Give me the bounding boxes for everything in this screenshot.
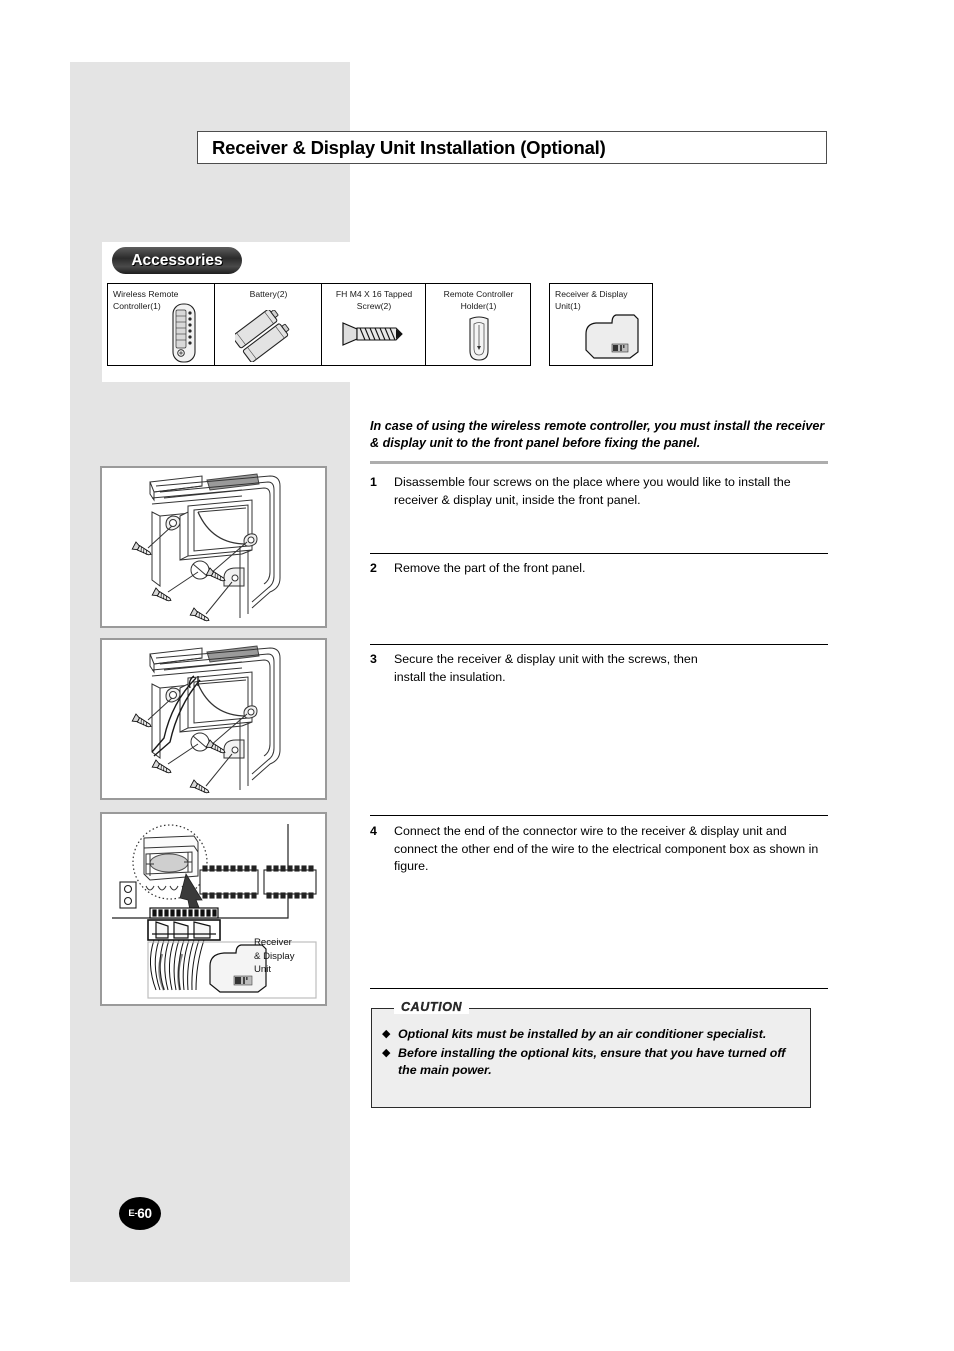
accessory-cell-tapped-screw: FH M4 X 16 Tapped Screw(2): [322, 284, 426, 365]
step-text: Disassemble four screws on the place whe…: [394, 475, 791, 507]
accessories-table: Wireless Remote Controller(1) Battery(2): [107, 283, 531, 366]
receiver-display-unit-icon: [585, 314, 639, 359]
front-panel-wires-diagram: [131, 645, 281, 794]
receiver-unit-caption: Receiver & Display Unit: [254, 937, 295, 975]
ic-chip: [263, 865, 317, 899]
step-2: 2 Remove the part of the front panel.: [370, 560, 830, 578]
accessory-label: Wireless Remote Controller(1): [113, 289, 179, 311]
accessory-label: Battery(2): [249, 289, 288, 299]
separator-top: [370, 461, 828, 464]
remote-holder-icon: [469, 316, 489, 361]
battery-pair-icon: [235, 310, 290, 362]
step-text: Connect the end of the connector wire to…: [394, 824, 819, 873]
diamond-bullet-icon: ◆: [382, 1047, 391, 1059]
separator-step3: [370, 644, 828, 646]
accessory-cell-wireless-remote: Wireless Remote Controller(1): [108, 284, 215, 365]
step-number: 3: [370, 652, 377, 666]
ic-chip: [199, 865, 259, 899]
step-number: 4: [370, 824, 377, 838]
illustration-connector-wiring: Receiver & Display Unit: [100, 812, 327, 1006]
caution-heading: CAUTION: [394, 1000, 470, 1014]
illustration-front-panel-screws: [100, 466, 327, 628]
step-4: 4 Connect the end of the connector wire …: [370, 823, 830, 876]
caution-item-text: Optional kits must be installed by an ai…: [398, 1027, 767, 1041]
caution-item-text: Before installing the optional kits, ens…: [398, 1046, 786, 1077]
step-number: 2: [370, 561, 377, 575]
step-text: Secure the receiver & display unit with …: [394, 652, 698, 684]
tapped-screw-icon: [342, 322, 403, 346]
step-3: 3 Secure the receiver & display unit wit…: [370, 651, 830, 686]
caution-item: ◆ Before installing the optional kits, e…: [382, 1045, 802, 1079]
separator-step2: [370, 553, 828, 555]
step-number: 1: [370, 475, 377, 489]
step-text: Remove the part of the front panel.: [394, 561, 586, 575]
page-number-badge: E- 60: [119, 1197, 161, 1230]
accessory-cell-receiver-display-unit: Receiver & Display Unit(1): [549, 283, 653, 366]
illustration-front-panel-wires: [100, 638, 327, 800]
page-title-text: Receiver & Display Unit Installation (Op…: [212, 136, 606, 158]
wire-connector: [147, 907, 221, 941]
accessories-section-badge: Accessories: [112, 247, 242, 274]
caution-items: ◆ Optional kits must be installed by an …: [382, 1026, 802, 1081]
accessories-section-label: Accessories: [131, 251, 223, 269]
accessory-label: FH M4 X 16 Tapped Screw(2): [335, 289, 413, 311]
separator-bottom: [370, 988, 828, 990]
separator-step4: [370, 815, 828, 817]
accessory-cell-battery: Battery(2): [215, 284, 322, 365]
front-panel-screws-diagram: [131, 473, 281, 622]
caution-item: ◆ Optional kits must be installed by an …: [382, 1026, 802, 1043]
two-pin-terminal: [119, 881, 137, 909]
step-1: 1 Disassemble four screws on the place w…: [370, 474, 830, 509]
diamond-bullet-icon: ◆: [382, 1028, 391, 1040]
page-number-value: 60: [137, 1206, 152, 1221]
accessory-label: Remote Controller Holder(1): [443, 289, 514, 311]
page-number-prefix: E-: [128, 1208, 138, 1219]
accessory-cell-remote-holder: Remote Controller Holder(1): [426, 284, 530, 365]
intro-note: In case of using the wireless remote con…: [370, 419, 825, 450]
accessory-label: Receiver & Display Unit(1): [555, 289, 628, 311]
page-title: Receiver & Display Unit Installation (Op…: [197, 131, 827, 164]
